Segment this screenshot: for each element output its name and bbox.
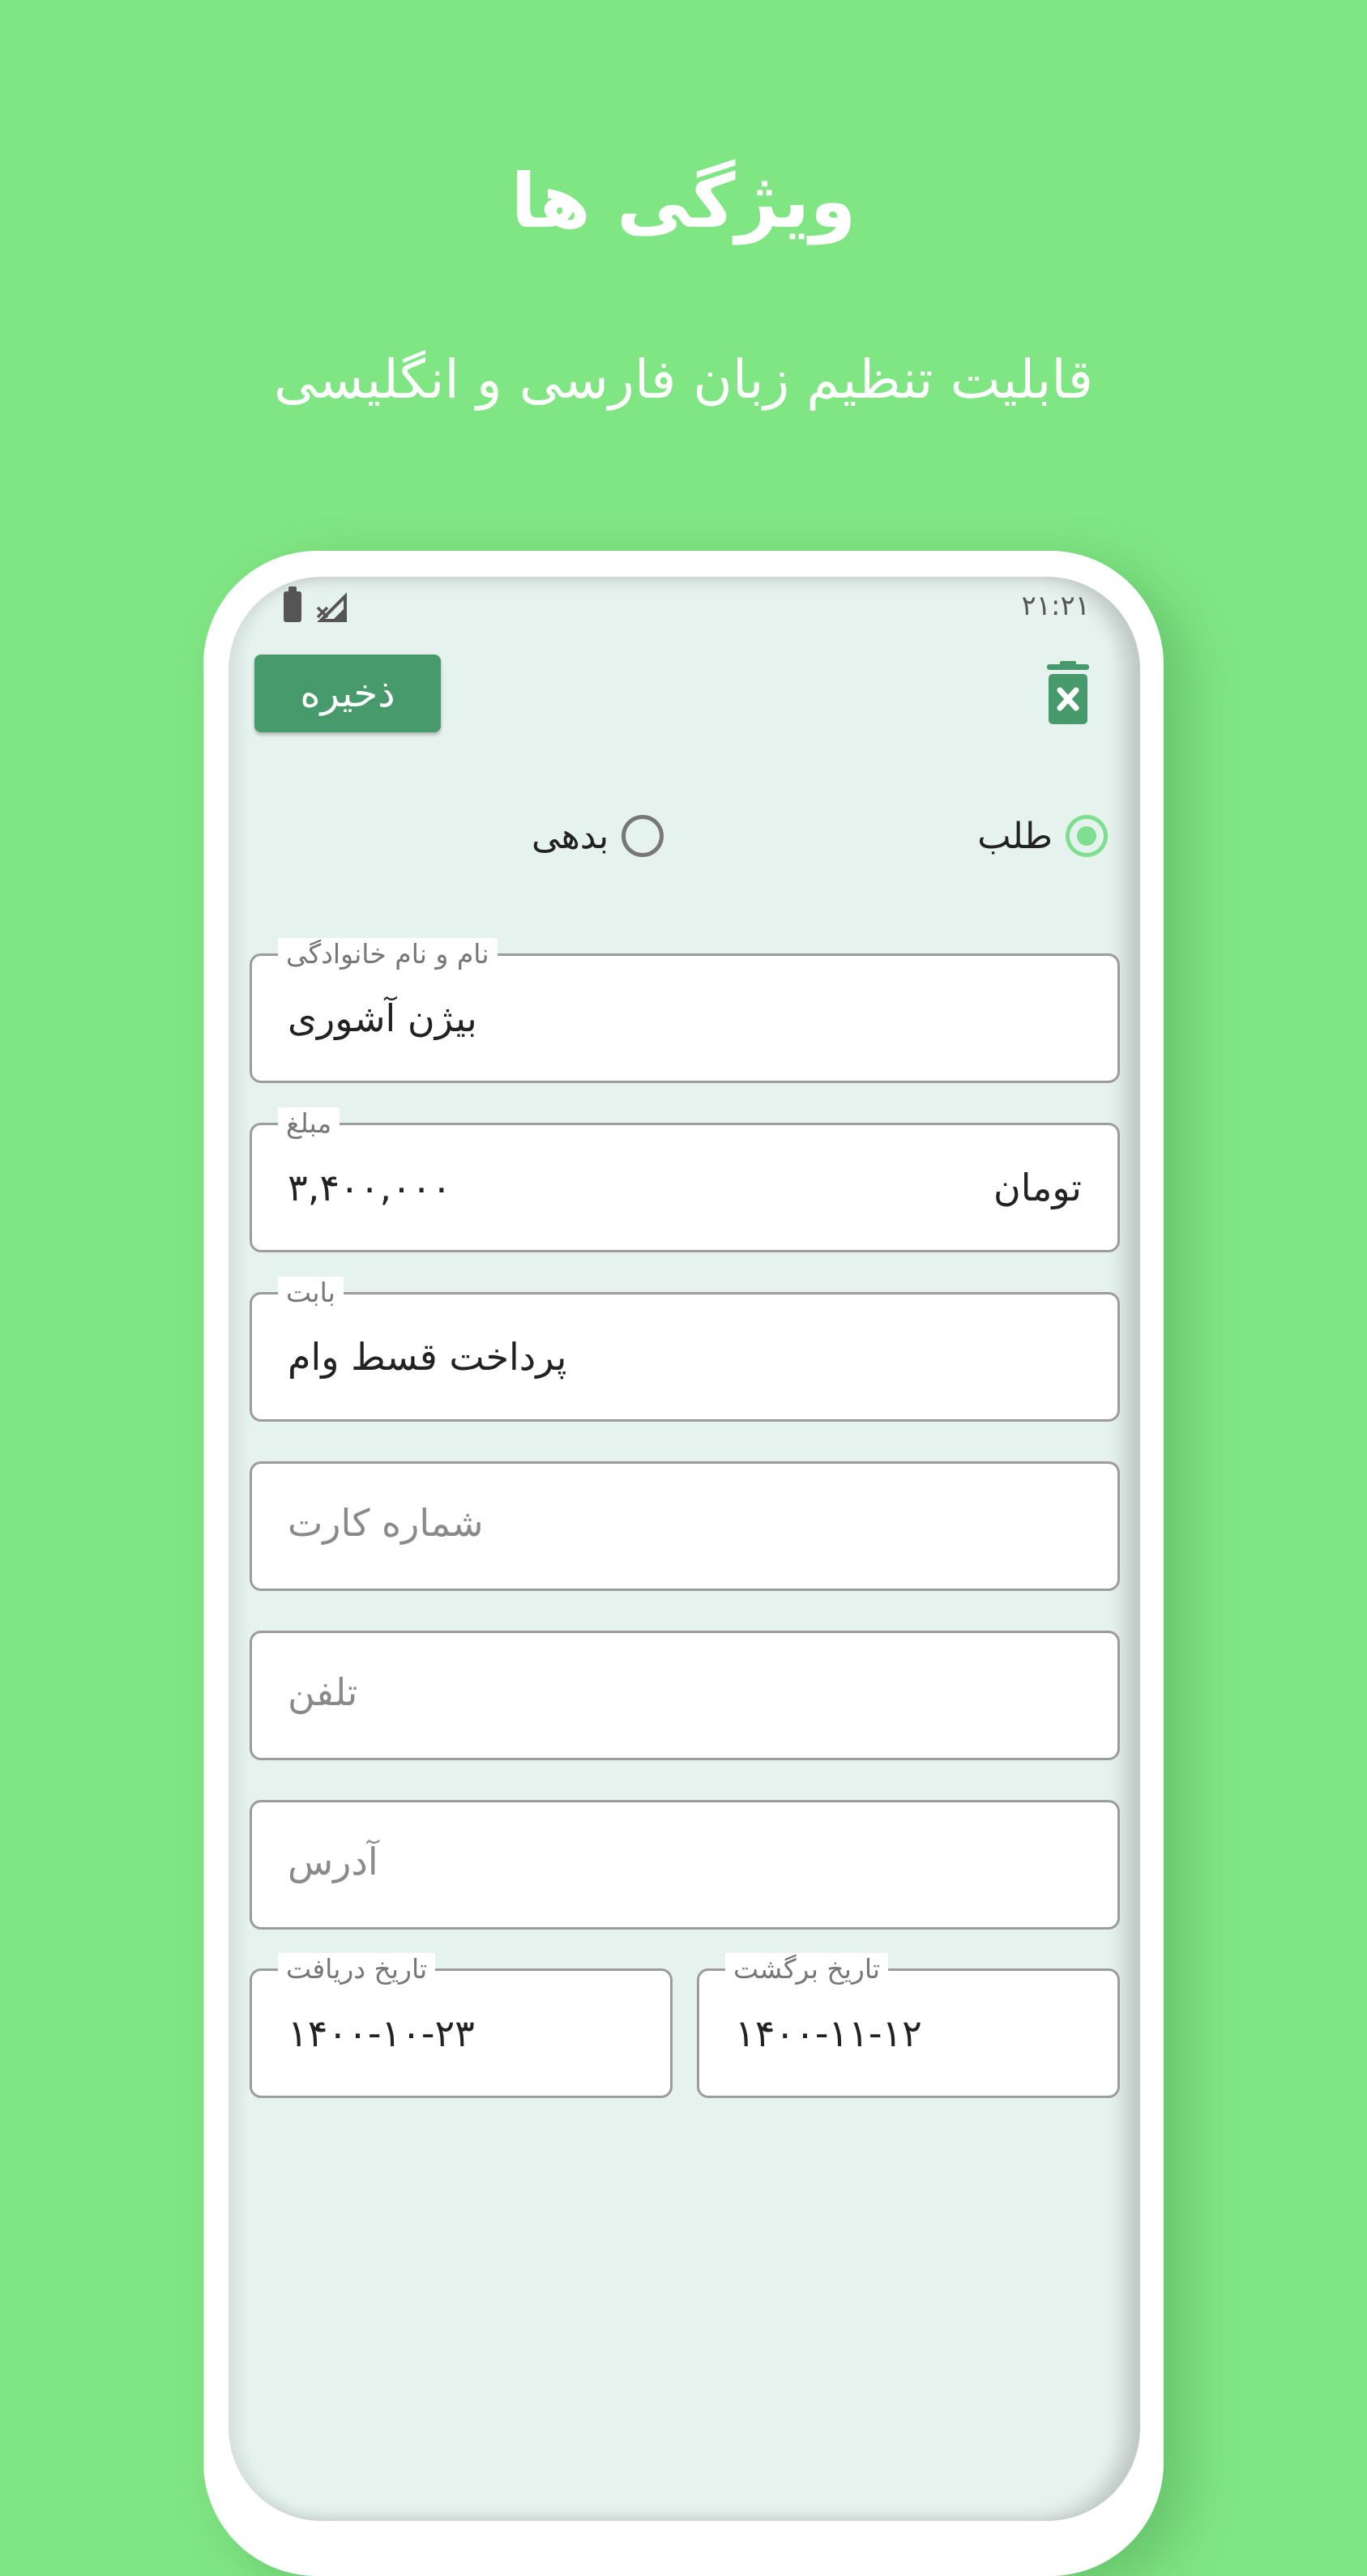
- hero-subtitle: قابلیت تنظیم زبان فارسی و انگلیسی: [273, 348, 1094, 411]
- trash-x-icon[interactable]: [1044, 661, 1092, 726]
- save-button[interactable]: ذخیره: [254, 655, 441, 732]
- reason-field[interactable]: بابت پرداخت قسط وام: [250, 1277, 1120, 1422]
- card-number-field[interactable]: شماره کارت: [250, 1461, 1120, 1591]
- phone-screen: ۲۱:۲۱ ذخیره طلب بدهی نام و نام خانوادگی …: [229, 577, 1140, 2521]
- radio-bedehi-label: بدهی: [532, 815, 609, 857]
- return-date-value: ۱۴۰۰-۱۱-۱۲: [735, 2011, 922, 2055]
- radio-talab[interactable]: طلب: [977, 812, 1108, 860]
- address-placeholder: آدرس: [288, 1840, 378, 1883]
- amount-field-value: ۳,۴۰۰,۰۰۰: [288, 1166, 452, 1209]
- battery-icon: [284, 586, 301, 622]
- return-date-field[interactable]: تاریخ برگشت ۱۴۰۰-۱۱-۱۲: [697, 1953, 1120, 2098]
- status-bar: ۲۱:۲۱: [229, 577, 1140, 642]
- reason-field-label: بابت: [278, 1277, 344, 1309]
- radio-unselected-icon: [622, 815, 664, 857]
- return-date-label: تاریخ برگشت: [725, 1953, 889, 1985]
- reason-field-value: پرداخت قسط وام: [288, 1335, 567, 1379]
- name-field-label: نام و نام خانوادگی: [278, 938, 498, 970]
- no-signal-icon: [316, 592, 347, 622]
- phone-placeholder: تلفن: [288, 1670, 358, 1714]
- name-field[interactable]: نام و نام خانوادگی بیژن آشوری: [250, 938, 1120, 1083]
- address-field[interactable]: آدرس: [250, 1800, 1120, 1930]
- hero-title: ویژگی ها: [510, 158, 857, 245]
- currency-unit: تومان: [993, 1166, 1082, 1209]
- radio-bedehi[interactable]: بدهی: [532, 812, 664, 860]
- name-field-value: بیژن آشوری: [288, 996, 477, 1040]
- status-time: ۲۱:۲۱: [1021, 590, 1090, 622]
- received-date-label: تاریخ دریافت: [278, 1953, 436, 1985]
- amount-field[interactable]: مبلغ ۳,۴۰۰,۰۰۰ تومان: [250, 1107, 1120, 1252]
- received-date-field[interactable]: تاریخ دریافت ۱۴۰۰-۱۰-۲۳: [250, 1953, 673, 2098]
- radio-selected-icon: [1066, 815, 1108, 857]
- received-date-value: ۱۴۰۰-۱۰-۲۳: [288, 2011, 475, 2055]
- amount-field-label: مبلغ: [278, 1107, 340, 1140]
- card-number-placeholder: شماره کارت: [288, 1501, 484, 1545]
- phone-field[interactable]: تلفن: [250, 1631, 1120, 1760]
- radio-talab-label: طلب: [977, 815, 1053, 857]
